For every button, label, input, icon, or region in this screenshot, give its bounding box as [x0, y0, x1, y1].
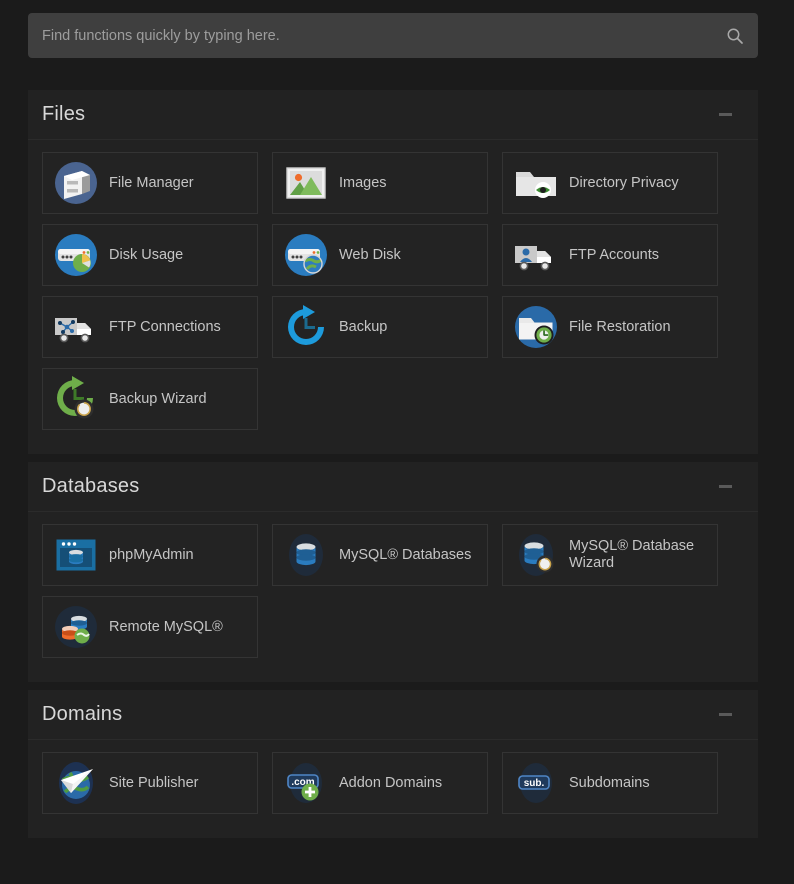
tile-images[interactable]: Images [272, 152, 488, 214]
tile-label: MySQL® Database Wizard [569, 538, 709, 572]
directory-privacy-icon [511, 158, 561, 208]
tile-remote-mysql[interactable]: Remote MySQL® [42, 596, 258, 658]
tile-label: FTP Accounts [569, 247, 659, 264]
tile-mysql-database-wizard[interactable]: MySQL® Database Wizard [502, 524, 718, 586]
phpmyadmin-icon [51, 530, 101, 580]
panel-header: Files [28, 90, 758, 140]
tile-backup-wizard[interactable]: Backup Wizard [42, 368, 258, 430]
tile-directory-privacy[interactable]: Directory Privacy [502, 152, 718, 214]
disk-usage-icon [51, 230, 101, 280]
search-bar[interactable] [28, 13, 758, 58]
addon-domains-icon: .com [281, 758, 331, 808]
file-manager-icon [51, 158, 101, 208]
file-restoration-icon [511, 302, 561, 352]
tile-label: File Restoration [569, 319, 671, 336]
collapse-toggle-domains[interactable] [710, 706, 740, 724]
tile-label: MySQL® Databases [339, 547, 471, 564]
ftp-accounts-icon [511, 230, 561, 280]
mysql-database-wizard-icon [511, 530, 561, 580]
tile-file-manager[interactable]: File Manager [42, 152, 258, 214]
tile-label: Remote MySQL® [109, 619, 223, 636]
mysql-databases-icon [281, 530, 331, 580]
tile-label: Backup Wizard [109, 391, 207, 408]
tile-label: Site Publisher [109, 775, 198, 792]
panel-domains: Domains Site Publisher .com Addon Domain… [28, 690, 758, 838]
panel-title: Domains [42, 703, 122, 726]
tile-ftp-connections[interactable]: FTP Connections [42, 296, 258, 358]
collapse-toggle-files[interactable] [710, 106, 740, 124]
collapse-toggle-databases[interactable] [710, 478, 740, 496]
ftp-connections-icon [51, 302, 101, 352]
tile-subdomains[interactable]: sub. Subdomains [502, 752, 718, 814]
tile-label: Web Disk [339, 247, 401, 264]
panel-body: phpMyAdmin MySQL® Databases MySQL® Datab… [28, 512, 758, 682]
tile-disk-usage[interactable]: Disk Usage [42, 224, 258, 286]
tile-file-restoration[interactable]: File Restoration [502, 296, 718, 358]
tile-web-disk[interactable]: Web Disk [272, 224, 488, 286]
tile-label: FTP Connections [109, 319, 221, 336]
backup-icon [281, 302, 331, 352]
tile-label: Images [339, 175, 387, 192]
tile-label: Subdomains [569, 775, 650, 792]
tile-label: Directory Privacy [569, 175, 679, 192]
panel-body: File Manager Images Directory Privacy Di… [28, 140, 758, 454]
tile-ftp-accounts[interactable]: FTP Accounts [502, 224, 718, 286]
minus-icon [719, 485, 732, 488]
web-disk-icon [281, 230, 331, 280]
site-publisher-icon [51, 758, 101, 808]
subdomains-icon: sub. [511, 758, 561, 808]
svg-text:sub.: sub. [524, 778, 545, 789]
images-icon [281, 158, 331, 208]
panel-header: Databases [28, 462, 758, 512]
tile-label: Backup [339, 319, 387, 336]
tile-mysql-databases[interactable]: MySQL® Databases [272, 524, 488, 586]
search-input[interactable] [28, 13, 758, 58]
backup-wizard-icon [51, 374, 101, 424]
minus-icon [719, 113, 732, 116]
panel-body: Site Publisher .com Addon Domains sub. S… [28, 740, 758, 838]
tile-phpmyadmin[interactable]: phpMyAdmin [42, 524, 258, 586]
tile-label: Addon Domains [339, 775, 442, 792]
panel-title: Files [42, 103, 85, 126]
tile-site-publisher[interactable]: Site Publisher [42, 752, 258, 814]
tile-label: Disk Usage [109, 247, 183, 264]
remote-mysql-icon [51, 602, 101, 652]
tile-label: phpMyAdmin [109, 547, 194, 564]
tile-label: File Manager [109, 175, 194, 192]
minus-icon [719, 713, 732, 716]
panel-files: Files File Manager Images Directory Priv… [28, 90, 758, 454]
tile-backup[interactable]: Backup [272, 296, 488, 358]
panel-title: Databases [42, 475, 139, 498]
panel-header: Domains [28, 690, 758, 740]
tile-addon-domains[interactable]: .com Addon Domains [272, 752, 488, 814]
panel-databases: Databases phpMyAdmin MySQL® Databases My… [28, 462, 758, 682]
